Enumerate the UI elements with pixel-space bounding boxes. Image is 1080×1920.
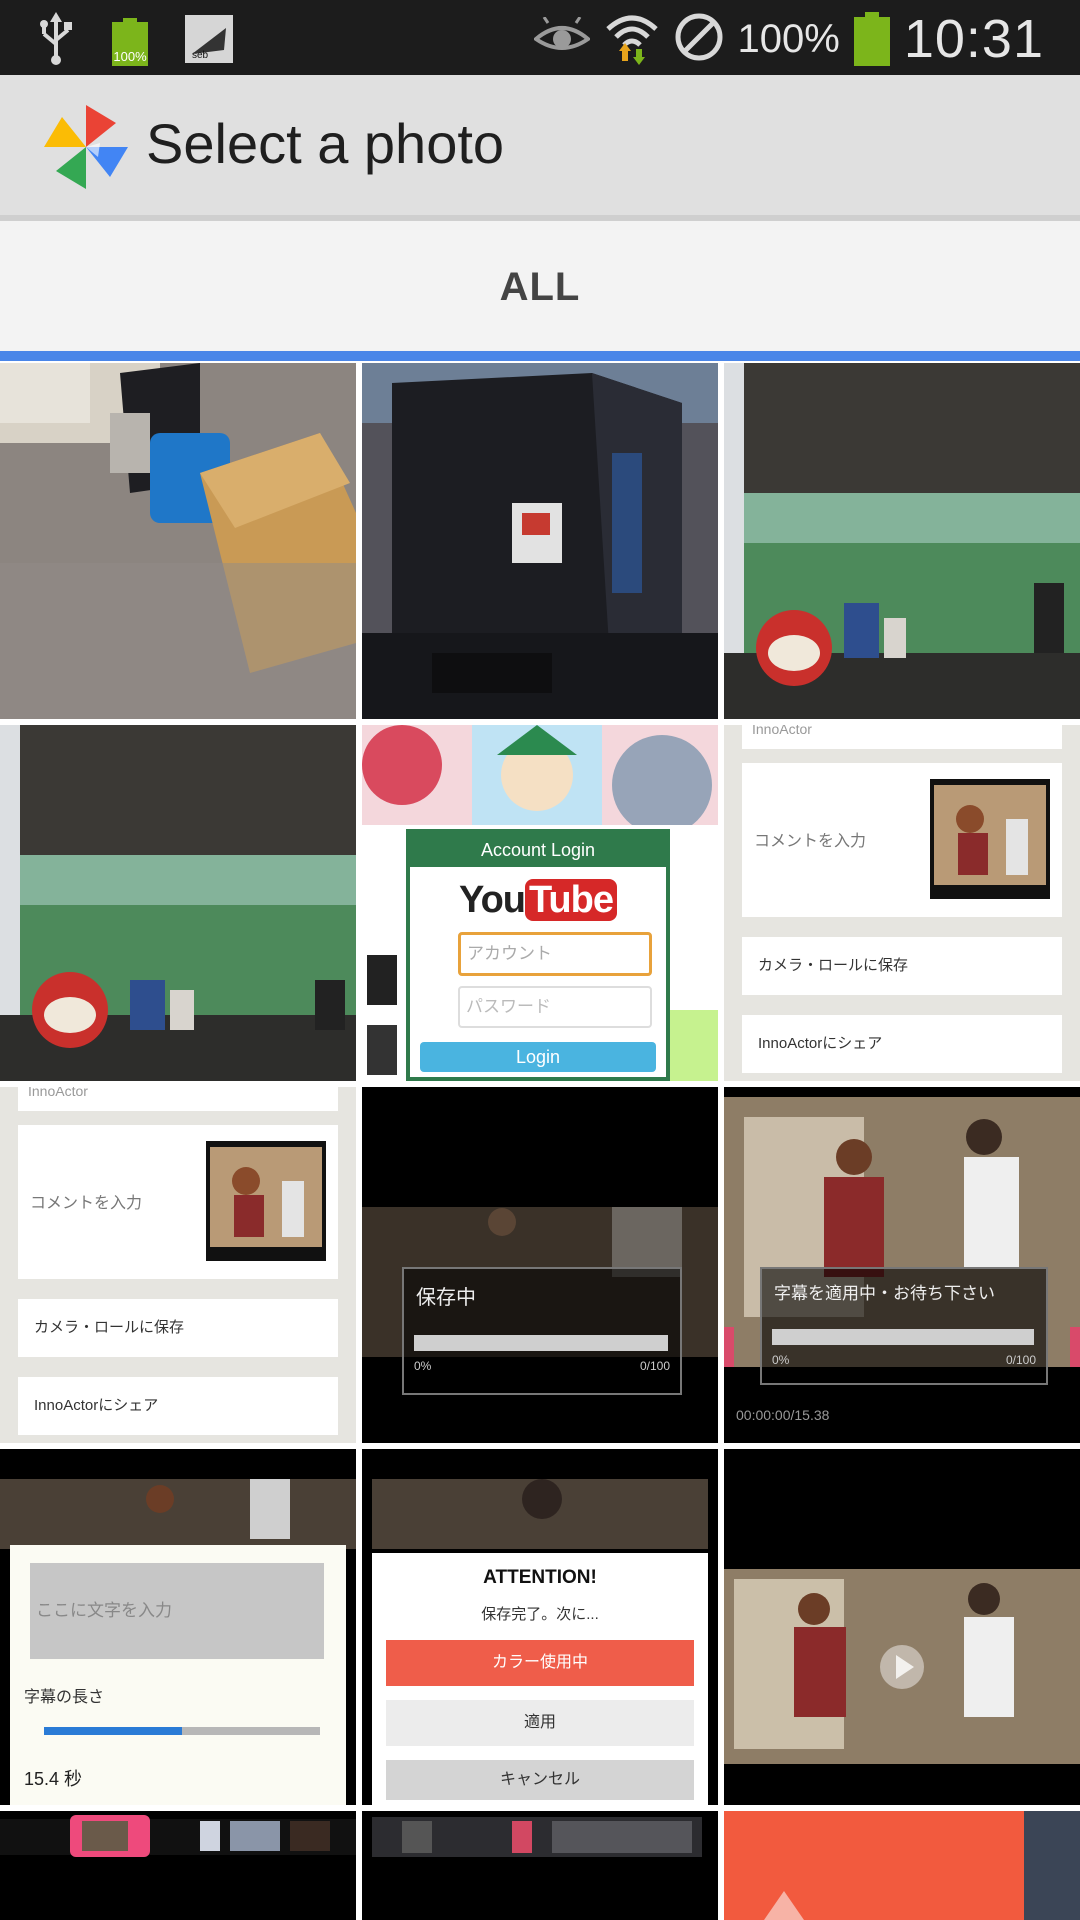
clock: 10:31 [903, 9, 1044, 69]
text-entry-placeholder: ここに文字を入力 [30, 1563, 324, 1659]
username-field: アカウント [458, 932, 652, 976]
battery-small-label: 100% [113, 48, 147, 64]
length-slider-track [44, 1727, 320, 1735]
battery-100-icon: 100% [112, 17, 148, 66]
saving-progress-bar [414, 1335, 668, 1351]
page-title: Select a photo [146, 112, 505, 175]
photo-youtube-login[interactable]: Account Login You Tube アカウント パスワード Login [362, 725, 718, 1081]
saving-progress-start: 0% [414, 1359, 432, 1373]
tab-indicator [0, 351, 1080, 361]
video-thumbnail [930, 779, 1050, 899]
battery-percent: 100% [737, 16, 840, 61]
login-dialog-title: Account Login [410, 833, 666, 867]
share-option: InnoActorにシェア [18, 1377, 338, 1435]
photo-timeline-strip[interactable] [0, 1811, 356, 1920]
saving-label: 保存中 [416, 1287, 476, 1309]
share-menu-header: InnoActor [18, 1087, 338, 1111]
attention-title: ATTENTION! [483, 1567, 597, 1588]
svg-text:seb: seb [192, 50, 209, 61]
photo-office-floor[interactable] [0, 363, 356, 719]
action-bar: Select a photo [0, 75, 1080, 215]
subtitle-length-label: 字幕の長さ [24, 1689, 105, 1706]
eye-icon [532, 15, 591, 62]
photo-window-figure-2[interactable] [0, 725, 356, 1081]
subtitle-progress-bar [772, 1329, 1034, 1345]
length-slider-fill [44, 1727, 182, 1735]
youtube-logo-left: You [459, 879, 526, 921]
attention-cancel-button: キャンセル [386, 1760, 694, 1800]
status-bar: 100% seb 100% 10:31 [0, 0, 1080, 75]
tab-bar: ALL [0, 221, 1080, 351]
tab-all[interactable]: ALL [0, 265, 1080, 310]
attention-primary-button: カラー使用中 [386, 1640, 694, 1686]
photos-pinwheel-icon[interactable] [38, 99, 134, 195]
photo-saving-progress[interactable]: 保存中 0% 0/100 [362, 1087, 718, 1443]
photo-orange-screen[interactable] [724, 1811, 1080, 1920]
app-notification-icon: seb [184, 14, 234, 69]
photo-subtitle-progress[interactable]: 字幕を適用中・お待ち下さい 0% 0/100 00:00:00/15.38 [724, 1087, 1080, 1443]
photo-share-menu-2[interactable]: InnoActor コメントを入力 カメラ・ロールに保存 InnoActorにシ… [0, 1087, 356, 1443]
photo-timeline-strip-2[interactable] [362, 1811, 718, 1920]
timecode: 00:00:00/15.38 [736, 1407, 830, 1423]
password-field: パスワード [458, 986, 652, 1028]
photo-computer-tower[interactable] [362, 363, 718, 719]
no-sim-icon [674, 12, 724, 67]
subtitle-saving-label: 字幕を適用中・お待ち下さい [774, 1284, 995, 1303]
photo-grid: Account Login You Tube アカウント パスワード Login … [0, 361, 1080, 1920]
share-option: InnoActorにシェア [742, 1015, 1062, 1073]
attention-message: 保存完了。次に... [481, 1606, 599, 1623]
share-menu-comment: コメントを入力 [30, 1195, 143, 1212]
share-menu-header: InnoActor [742, 725, 1062, 749]
subtitle-progress-end: 0/100 [1005, 1353, 1036, 1367]
wifi-icon [604, 9, 660, 70]
attention-secondary-button: 適用 [386, 1700, 694, 1746]
photo-share-menu[interactable]: InnoActor コメントを入力 カメラ・ロールに保存 InnoActorにシ… [724, 725, 1080, 1081]
usb-icon [36, 12, 76, 71]
subtitle-progress-start: 0% [772, 1353, 790, 1367]
photo-video-frame[interactable] [724, 1449, 1080, 1805]
saving-progress-end: 0/100 [639, 1359, 670, 1373]
duration-value: 15.4 秒 [24, 1769, 83, 1789]
youtube-logo-right: Tube [525, 879, 617, 921]
video-thumbnail [206, 1141, 326, 1261]
photo-window-figure[interactable] [724, 363, 1080, 719]
login-button: Login [420, 1042, 656, 1072]
photo-attention-dialog[interactable]: ATTENTION! 保存完了。次に... カラー使用中 適用 キャンセル [362, 1449, 718, 1805]
battery-icon [853, 12, 890, 66]
camera-roll-option: カメラ・ロールに保存 [742, 937, 1062, 995]
share-menu-comment: コメントを入力 [754, 833, 867, 850]
camera-roll-option: カメラ・ロールに保存 [18, 1299, 338, 1357]
photo-text-entry[interactable]: ここに文字を入力 字幕の長さ 15.4 秒 [0, 1449, 356, 1805]
